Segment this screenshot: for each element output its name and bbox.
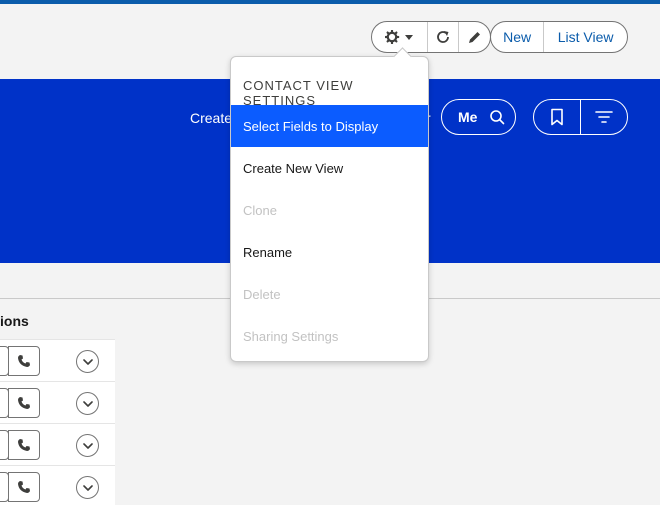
menu-item-clone: Clone — [243, 202, 277, 218]
column-header-actions: ions — [0, 313, 29, 329]
chevron-down-icon — [82, 400, 93, 407]
list-view-button[interactable]: List View — [544, 22, 627, 52]
menu-item-sharing-settings: Sharing Settings — [243, 328, 339, 344]
phone-icon — [18, 481, 30, 493]
contacts-table — [0, 339, 115, 505]
phone-icon — [18, 397, 30, 409]
list-controls-group — [371, 21, 491, 53]
call-button[interactable] — [8, 430, 40, 460]
menu-item-create-new-view[interactable]: Create New View — [231, 147, 428, 189]
owner-filter-search[interactable]: Me — [441, 99, 516, 135]
row-menu-button[interactable] — [76, 350, 99, 373]
menu-item-select-fields[interactable]: Select Fields to Display — [231, 105, 428, 147]
refresh-icon — [436, 31, 449, 43]
filter-button[interactable] — [581, 100, 628, 134]
phone-icon — [18, 439, 30, 451]
bookmark-icon — [550, 108, 563, 126]
call-button[interactable] — [8, 346, 40, 376]
filter-icon — [594, 111, 613, 123]
refresh-button[interactable] — [428, 22, 459, 52]
new-button[interactable]: New — [491, 22, 545, 52]
table-row — [0, 465, 115, 505]
bookmark-button[interactable] — [534, 100, 581, 134]
edit-button[interactable] — [459, 22, 490, 52]
search-icon — [490, 110, 505, 125]
chevron-down-icon — [82, 442, 93, 449]
gear-icon — [384, 30, 413, 44]
chevron-down-icon — [82, 358, 93, 365]
call-button[interactable] — [8, 472, 40, 502]
menu-title: CONTACT VIEW SETTINGS — [243, 78, 354, 108]
table-row — [0, 339, 115, 381]
table-row — [0, 381, 115, 423]
table-row — [0, 423, 115, 465]
create-label: Create — [190, 110, 233, 126]
phone-icon — [18, 355, 30, 367]
contact-view-settings-menu: CONTACT VIEW SETTINGS Select Fields to D… — [230, 56, 429, 362]
pencil-icon — [468, 31, 480, 43]
menu-item-rename[interactable]: Rename — [231, 231, 428, 273]
chevron-down-icon — [82, 484, 93, 491]
view-actions-group: New List View — [490, 21, 628, 53]
row-menu-button[interactable] — [76, 392, 99, 415]
row-menu-button[interactable] — [76, 476, 99, 499]
owner-filter-label: Me — [458, 109, 478, 125]
menu-item-delete: Delete — [243, 286, 281, 302]
caret-down-icon — [404, 35, 413, 40]
settings-menu-button[interactable] — [372, 22, 429, 52]
band-actions-group — [533, 99, 628, 135]
call-button[interactable] — [8, 388, 40, 418]
row-menu-button[interactable] — [76, 434, 99, 457]
